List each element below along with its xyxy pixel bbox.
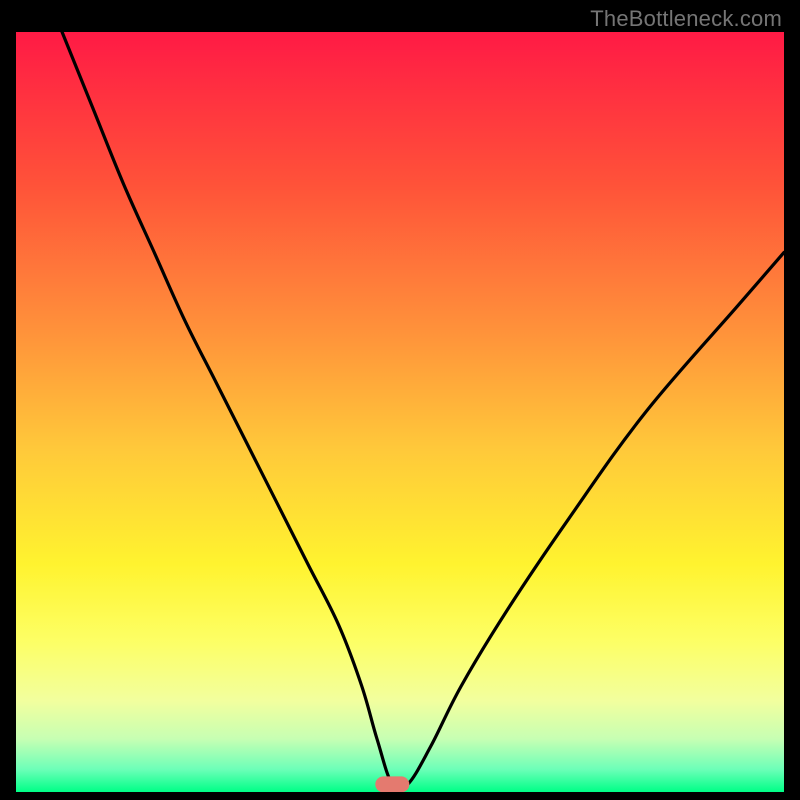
optimal-marker: [375, 776, 409, 792]
watermark-text: TheBottleneck.com: [590, 6, 782, 32]
plot-background: [16, 32, 784, 792]
chart-frame: [16, 32, 784, 792]
bottleneck-chart: [16, 32, 784, 792]
